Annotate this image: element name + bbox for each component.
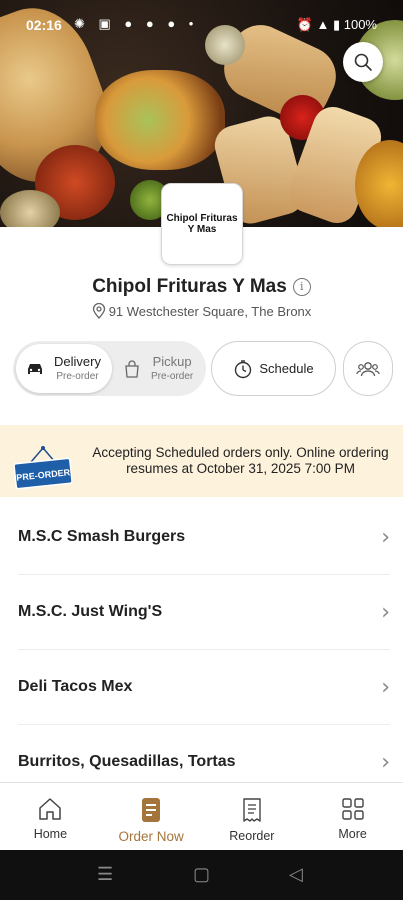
notice-message: Accepting Scheduled orders only. Online … xyxy=(92,445,389,476)
menu-category-name: M.S.C Smash Burgers xyxy=(18,528,186,545)
delivery-mode-button[interactable]: Delivery Pre-order xyxy=(16,344,112,393)
status-bar: 02:16 ✺ ▣ ● ● ● • ⏰ ▲ ▮ 100% xyxy=(0,0,403,48)
home-icon xyxy=(39,798,62,820)
pickup-sublabel: Pre-order xyxy=(151,370,194,382)
delivery-sublabel: Pre-order xyxy=(56,370,99,382)
restaurant-logo: Chipol Frituras Y Mas xyxy=(161,183,243,265)
restaurant-address-row: 91 Westchester Square, The Bronx xyxy=(0,302,403,319)
nav-more-label: More xyxy=(338,827,367,841)
schedule-button[interactable]: Schedule xyxy=(211,341,336,396)
menu-category-name: Burritos, Quesadillas, Tortas xyxy=(18,753,236,770)
nav-reorder-label: Reorder xyxy=(229,829,275,843)
chevron-right-icon: › xyxy=(381,749,390,775)
chevron-right-icon: › xyxy=(381,524,390,550)
car-icon xyxy=(28,363,42,374)
nav-more[interactable]: More xyxy=(302,783,403,850)
restaurant-name-row: Chipol Frituras Y Mas i xyxy=(0,276,403,298)
menu-category-name: M.S.C. Just Wing'S xyxy=(18,603,163,620)
grid-icon xyxy=(341,798,364,820)
recents-key[interactable]: ☰ xyxy=(97,864,113,885)
location-pin-icon xyxy=(92,302,105,319)
bottom-navigation-bar: Home Order Now Reorder More xyxy=(0,782,403,850)
home-key[interactable]: ▢ xyxy=(193,864,210,885)
nav-home[interactable]: Home xyxy=(0,783,101,850)
info-icon[interactable]: i xyxy=(292,278,311,296)
menu-category-list: M.S.C Smash Burgers › M.S.C. Just Wing'S… xyxy=(0,500,403,800)
schedule-label: Schedule xyxy=(259,361,314,376)
preorder-notice-banner: PRE-ORDER Accepting Scheduled orders onl… xyxy=(0,425,403,497)
nav-order-now-label: Order Now xyxy=(118,829,184,844)
chevron-right-icon: › xyxy=(381,674,390,700)
restaurant-address: 91 Westchester Square, The Bronx xyxy=(108,304,312,319)
menu-category-item[interactable]: Deli Tacos Mex › xyxy=(18,650,390,725)
menu-category-item[interactable]: M.S.C. Just Wing'S › xyxy=(18,575,390,650)
nav-home-label: Home xyxy=(33,827,68,841)
restaurant-logo-text: Chipol Frituras Y Mas xyxy=(166,213,238,235)
nav-reorder[interactable]: Reorder xyxy=(202,783,303,850)
status-time: 02:16 xyxy=(26,17,62,33)
search-button[interactable] xyxy=(343,42,383,82)
group-icon xyxy=(356,361,380,376)
pickup-mode-button[interactable]: Pickup Pre-order xyxy=(113,344,203,393)
system-navigation-bar: ☰ ▢ ◁ xyxy=(0,850,403,900)
menu-category-item[interactable]: M.S.C Smash Burgers › xyxy=(18,500,390,575)
order-mode-toggle: Delivery Pre-order Pickup Pre-order xyxy=(13,341,206,396)
search-icon xyxy=(354,53,372,71)
menu-category-name: Deli Tacos Mex xyxy=(18,678,133,695)
notification-icons: ✺ ▣ ● ● ● • xyxy=(74,16,199,31)
group-order-button[interactable] xyxy=(343,341,393,396)
system-status-icons: ⏰ ▲ ▮ 100% xyxy=(296,17,377,32)
nav-order-now[interactable]: Order Now xyxy=(101,783,202,850)
receipt-icon xyxy=(243,798,261,822)
preorder-sign-icon: PRE-ORDER xyxy=(14,446,72,489)
back-key[interactable]: ◁ xyxy=(289,864,303,885)
pickup-label: Pickup xyxy=(152,353,192,369)
chevron-right-icon: › xyxy=(381,599,390,625)
delivery-label: Delivery xyxy=(54,353,101,369)
bag-icon xyxy=(125,359,139,378)
clock-icon xyxy=(235,359,252,378)
restaurant-name: Chipol Frituras Y Mas xyxy=(92,276,287,297)
order-now-icon xyxy=(142,798,161,822)
